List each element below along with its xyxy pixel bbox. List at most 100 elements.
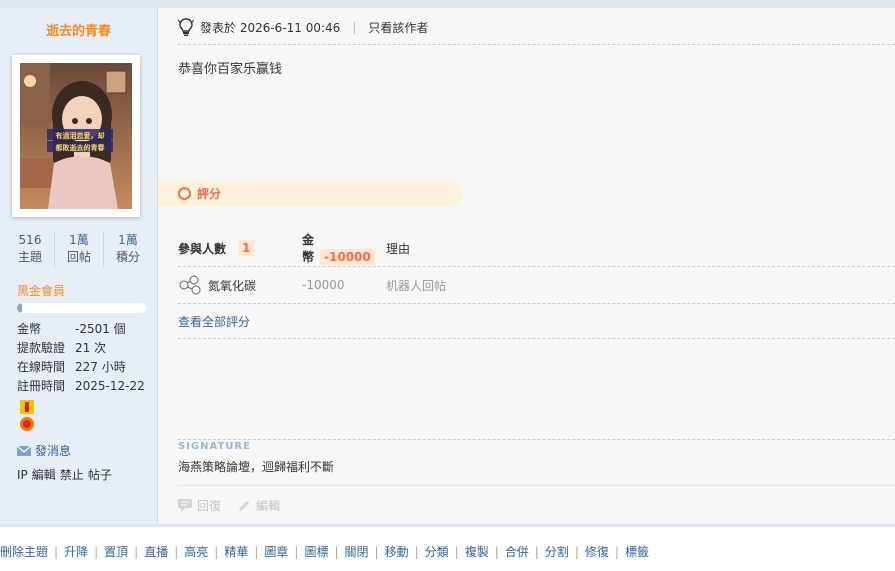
mod-action-link[interactable]: 複製 [465,545,489,559]
mod-separator: | [374,545,379,559]
rating-row: 氮氧化碳 -10000 机器人回帖 [178,267,895,304]
medal-icon[interactable] [17,400,37,437]
mod-action-link[interactable]: 升降 [64,545,88,559]
view-all-ratings-link[interactable]: 查看全部評分 [178,304,895,339]
mod-action-link[interactable]: 直播 [144,545,168,559]
post-time: 發表於 2026-6-11 00:46 [200,20,341,35]
envelope-icon [17,445,31,456]
admin-link-posts[interactable]: 帖子 [88,468,112,482]
info-value: 21 次 [75,341,107,355]
reply-icon [178,499,192,512]
info-row-online: 在線時間 227 小時 [17,358,145,377]
lightbulb-icon [178,18,194,36]
moderation-footer: 刪除主題 | 升降 | 置頂 | 直播 | 高亮 | 精華 | 圖章 | 圖標 | 關閉 | 移動 | 分類 | 複製 | 合併… [0,524,895,571]
info-row-coins: 金幣 -2501 個 [17,320,145,339]
mod-action-link[interactable]: 合併 [505,545,529,559]
mod-separator: | [614,545,619,559]
mod-separator: | [534,545,539,559]
mod-separator: | [574,545,579,559]
rating-table: 參與人數 1 金幣 -10000 理由 氮氧化碳 -10000 机器人回帖 查看… [178,230,895,339]
molecule-icon [179,275,201,295]
avatar-caption-1: 有過泪恋爱，却 [56,131,105,140]
level-progress-bar [17,303,146,313]
post-body: 發表於 2026-6-11 00:46 | 只看該作者 恭喜你百家乐赢钱 評分 … [158,8,895,524]
mod-action-link[interactable]: 移動 [385,545,409,559]
mod-action-link[interactable]: 刪除主題 [0,545,48,559]
stat-replies[interactable]: 1萬 回帖 [55,232,104,268]
participants-count: 1 [238,240,255,256]
author-info: 金幣 -2501 個 提款驗證 21 次 在線時間 227 小時 註冊時間 2025-1… [17,320,145,396]
send-message-link[interactable]: 發消息 [17,442,71,459]
send-message-label: 發消息 [35,444,72,458]
mod-separator: | [414,545,419,559]
mod-action-link[interactable]: 高亮 [184,545,208,559]
rating-circle-icon [178,186,191,200]
mod-separator: | [254,545,259,559]
mod-separator: | [214,545,219,559]
mod-separator: | [334,545,339,559]
mod-action-link[interactable]: 標籤 [625,545,649,559]
mod-separator: | [294,545,299,559]
rating-title: 評分 [197,186,222,201]
stat-label: 積分 [115,250,140,264]
mod-action-link[interactable]: 圖章 [264,545,288,559]
stat-points[interactable]: 1萬 積分 [104,232,152,268]
stat-value[interactable]: 516 [6,232,54,249]
actions-divider [178,485,895,486]
admin-link-ban[interactable]: 禁止 [60,468,84,482]
info-key: 在線時間 [17,360,66,374]
mod-separator: | [54,545,59,559]
signature-divider [178,439,895,440]
info-key: 提款驗證 [17,341,66,355]
mod-action-link[interactable]: 精華 [224,545,248,559]
reason-label: 理由 [386,241,411,256]
mod-separator: | [494,545,499,559]
signature-text: 海燕策略論壇，迴歸福利不斷 [178,460,335,474]
rater-name[interactable]: 氮氧化碳 [208,277,256,294]
admin-links: IP 編輯 禁止 帖子 [17,466,116,483]
post-content: 恭喜你百家乐赢钱 [178,62,283,77]
top-border [0,0,895,8]
stat-value[interactable]: 1萬 [104,232,152,249]
author-stats: 516 主題 1萬 回帖 1萬 積分 [6,232,152,268]
mod-action-link[interactable]: 置頂 [104,545,128,559]
rating-reason: 机器人回帖 [386,278,447,293]
stat-value[interactable]: 1萬 [55,232,103,249]
avatar[interactable]: 有過泪恋爱，却 都敗逝去的青春 [12,55,140,217]
reply-label: 回復 [197,499,222,513]
coin-total: -10000 [320,249,375,265]
info-key: 註冊時間 [17,379,66,393]
post-actions: 回復 編輯 [178,497,280,514]
stat-label: 主題 [17,250,42,264]
rating-title-bar: 評分 [158,180,462,206]
admin-link-ip[interactable]: IP [17,468,28,482]
coin-label: 金幣 [302,233,315,264]
only-author-link[interactable]: 只看該作者 [368,19,428,36]
mod-action-link[interactable]: 關閉 [345,545,369,559]
edit-button[interactable]: 編輯 [237,497,280,514]
mod-action-link[interactable]: 分類 [425,545,449,559]
mod-separator: | [134,545,139,559]
author-sidebar: 逝去的青春 有過泪恋爱，却 都敗逝去的青春 516 主題 1萬 回帖 1萬 積分… [0,8,158,524]
user-group[interactable]: 黑金會員 [17,282,65,299]
admin-link-edit[interactable]: 編輯 [32,468,56,482]
header-separator: | [352,20,357,34]
reply-button[interactable]: 回復 [178,497,221,514]
level-progress-fill [17,303,23,313]
participants-label: 參與人數 [178,241,227,256]
info-value: -2501 個 [75,322,126,336]
mod-separator: | [94,545,99,559]
mod-action-link[interactable]: 分割 [545,545,569,559]
stat-label: 回帖 [66,250,91,264]
mod-separator: | [174,545,179,559]
post-header: 發表於 2026-6-11 00:46 | 只看該作者 [178,18,428,36]
mod-action-link[interactable]: 圖標 [304,545,328,559]
author-username[interactable]: 逝去的青春 [0,20,157,39]
info-value: 227 小時 [75,360,126,374]
info-value: 2025-12-22 [75,379,145,393]
rating-header-row: 參與人數 1 金幣 -10000 理由 [178,230,895,267]
signature-label: SIGNATURE [178,441,251,452]
mod-action-link[interactable]: 修復 [585,545,609,559]
avatar-image: 有過泪恋爱，却 都敗逝去的青春 [20,63,132,209]
stat-threads[interactable]: 516 主題 [6,232,55,268]
